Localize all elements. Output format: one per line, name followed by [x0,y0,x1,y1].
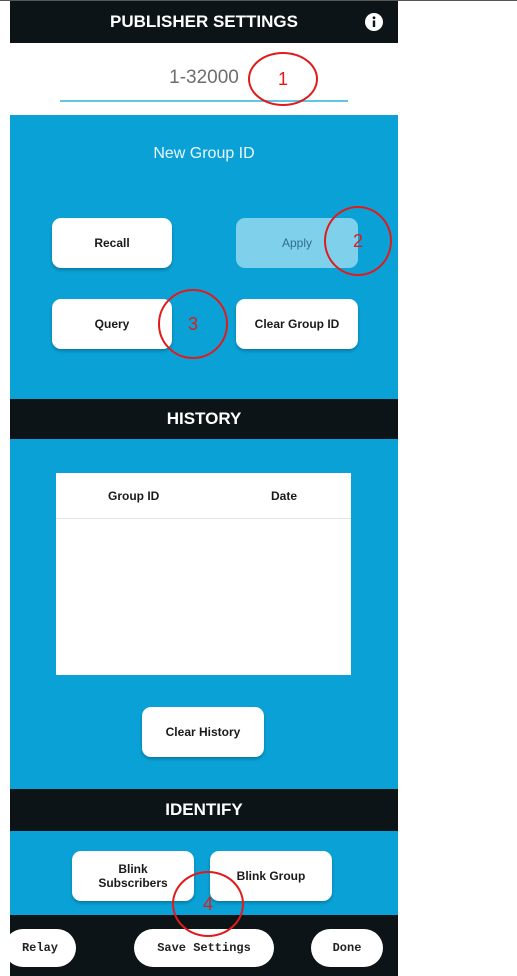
column-header-date: Date [271,488,298,503]
column-header-group-id: Group ID [108,488,160,503]
annotation-marker-2: 2 [324,206,392,276]
history-table-header: Group ID Date [56,473,351,519]
recall-button[interactable]: Recall [52,218,172,268]
title-bar: PUBLISHER SETTINGS [10,1,398,43]
history-panel: Group ID Date Clear History [10,439,398,789]
history-title: HISTORY [166,409,242,428]
relay-button[interactable]: Relay [10,929,76,967]
clear-group-id-button[interactable]: Clear Group ID [236,299,358,349]
phone-screen: PUBLISHER SETTINGS 1-32000 New Group ID … [10,1,398,976]
annotation-marker-4: 4 [172,871,244,937]
input-underline [60,100,348,102]
info-icon[interactable] [364,12,384,32]
query-button[interactable]: Query [52,299,172,349]
group-id-input-area: 1-32000 [10,43,398,115]
history-table[interactable]: Group ID Date [56,473,351,675]
page-title: PUBLISHER SETTINGS [110,12,298,31]
history-header-bar: HISTORY [10,399,398,439]
new-group-label: New Group ID [153,145,255,162]
annotation-marker-3: 3 [158,289,228,359]
identify-header-bar: IDENTIFY [10,789,398,831]
identify-title: IDENTIFY [165,800,243,819]
annotation-marker-1: 1 [248,52,318,106]
clear-history-button[interactable]: Clear History [142,707,264,757]
done-button[interactable]: Done [311,929,383,967]
group-id-input[interactable]: 1-32000 [10,67,398,89]
